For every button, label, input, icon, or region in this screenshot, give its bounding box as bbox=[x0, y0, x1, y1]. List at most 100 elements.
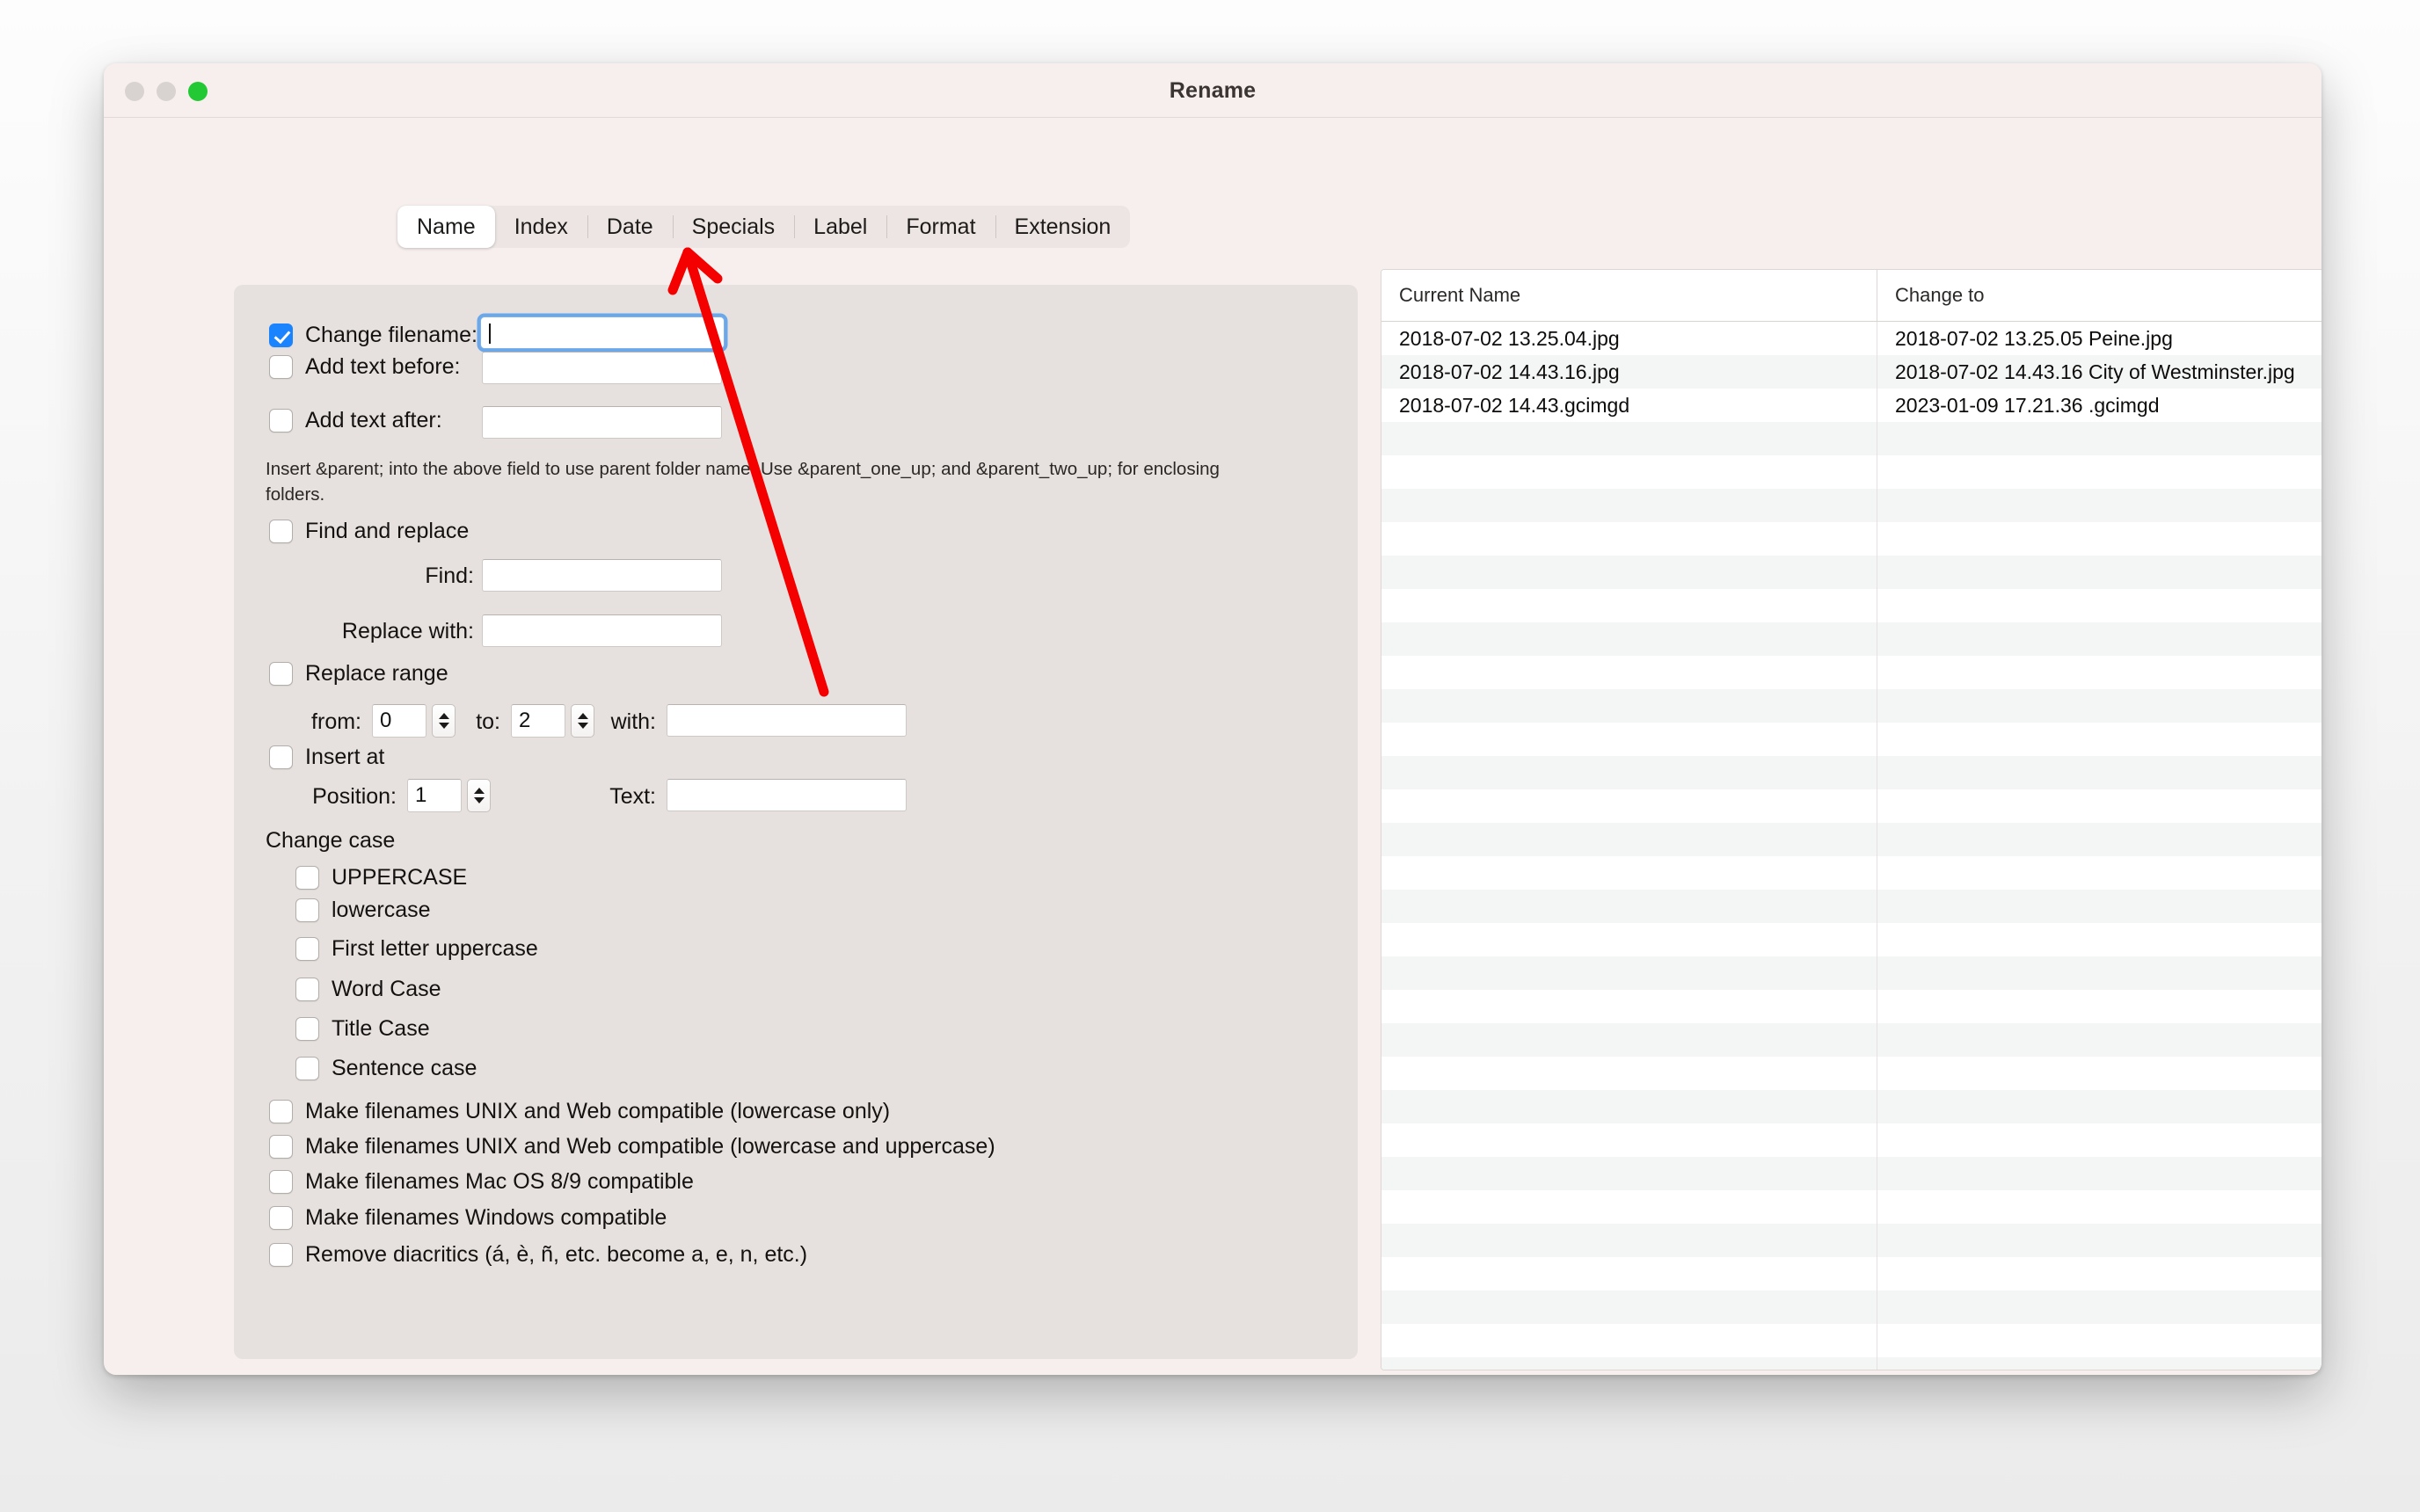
title-case-checkbox[interactable] bbox=[295, 1017, 319, 1041]
remove-diacritics-checkbox[interactable] bbox=[269, 1243, 293, 1267]
chevron-up-icon[interactable] bbox=[438, 713, 449, 719]
insert-position-stepper[interactable]: 1 bbox=[407, 779, 491, 812]
file-list-panel[interactable]: Current Name Change to 2018-07-02 13.25.… bbox=[1381, 269, 2322, 1370]
tab-name[interactable]: Name bbox=[397, 206, 495, 248]
sentence-case-checkbox[interactable] bbox=[295, 1057, 319, 1080]
table-row[interactable] bbox=[1381, 689, 2322, 723]
tab-extension[interactable]: Extension bbox=[995, 206, 1131, 248]
replace-with-input[interactable] bbox=[482, 614, 722, 647]
change-filename-checkbox[interactable] bbox=[269, 323, 293, 347]
uppercase-checkbox[interactable] bbox=[295, 866, 319, 890]
range-to-stepper[interactable]: 2 bbox=[511, 704, 594, 738]
remove-diacritics-row[interactable]: Remove diacritics (á, è, ñ, etc. become … bbox=[269, 1242, 807, 1268]
table-row[interactable] bbox=[1381, 656, 2322, 689]
table-row[interactable] bbox=[1381, 1290, 2322, 1324]
tab-specials[interactable]: Specials bbox=[672, 206, 795, 248]
add-text-before-checkbox[interactable] bbox=[269, 355, 293, 379]
compat-macos-checkbox[interactable] bbox=[269, 1170, 293, 1194]
tab-index[interactable]: Index bbox=[495, 206, 587, 248]
first-letter-uppercase-label: First letter uppercase bbox=[332, 936, 538, 961]
insert-text-input[interactable] bbox=[667, 779, 907, 811]
table-row[interactable] bbox=[1381, 1357, 2322, 1370]
tab-label[interactable]: Label bbox=[794, 206, 886, 248]
case-option-uppercase[interactable]: UPPERCASE bbox=[295, 865, 467, 890]
tab-format[interactable]: Format bbox=[886, 206, 995, 248]
table-row[interactable] bbox=[1381, 856, 2322, 890]
compat-macos-label: Make filenames Mac OS 8/9 compatible bbox=[305, 1169, 694, 1194]
table-row[interactable] bbox=[1381, 956, 2322, 990]
window-titlebar: Rename bbox=[104, 63, 2322, 118]
file-list-rows: 2018-07-02 13.25.04.jpg 2018-07-02 13.25.… bbox=[1381, 322, 2322, 1370]
remove-diacritics-label: Remove diacritics (á, è, ñ, etc. become … bbox=[305, 1242, 808, 1267]
compat-unix-lower-checkbox[interactable] bbox=[269, 1100, 293, 1123]
case-option-title-case[interactable]: Title Case bbox=[295, 1016, 430, 1042]
table-row[interactable] bbox=[1381, 556, 2322, 589]
table-row[interactable] bbox=[1381, 455, 2322, 489]
compat-windows-row[interactable]: Make filenames Windows compatible bbox=[269, 1205, 667, 1231]
compat-unix-mixed-row[interactable]: Make filenames UNIX and Web compatible (… bbox=[269, 1134, 995, 1159]
add-text-after-row: Add text after: bbox=[269, 408, 442, 433]
add-text-after-input[interactable] bbox=[482, 406, 722, 439]
find-and-replace-checkbox[interactable] bbox=[269, 520, 293, 543]
word-case-checkbox[interactable] bbox=[295, 978, 319, 1001]
table-row[interactable] bbox=[1381, 923, 2322, 956]
table-row[interactable] bbox=[1381, 1157, 2322, 1190]
add-text-after-checkbox[interactable] bbox=[269, 409, 293, 433]
cell-current-name bbox=[1381, 856, 1877, 890]
table-row[interactable] bbox=[1381, 1257, 2322, 1290]
table-row[interactable] bbox=[1381, 1023, 2322, 1057]
case-option-lowercase[interactable]: lowercase bbox=[295, 898, 431, 923]
case-option-word-case[interactable]: Word Case bbox=[295, 977, 441, 1002]
insert-position-stepper-arrows[interactable] bbox=[467, 779, 491, 812]
chevron-down-icon[interactable] bbox=[473, 797, 485, 803]
file-list-header: Current Name Change to bbox=[1381, 270, 2322, 322]
chevron-down-icon[interactable] bbox=[438, 723, 449, 729]
range-with-input[interactable] bbox=[667, 704, 907, 737]
table-row[interactable] bbox=[1381, 789, 2322, 823]
table-row[interactable] bbox=[1381, 1057, 2322, 1090]
first-letter-uppercase-checkbox[interactable] bbox=[295, 937, 319, 961]
table-row[interactable] bbox=[1381, 890, 2322, 923]
chevron-up-icon[interactable] bbox=[473, 788, 485, 794]
insert-at-checkbox[interactable] bbox=[269, 745, 293, 769]
change-filename-input[interactable] bbox=[480, 316, 725, 349]
table-row[interactable] bbox=[1381, 622, 2322, 656]
range-from-input[interactable]: 0 bbox=[372, 704, 426, 738]
table-row[interactable] bbox=[1381, 589, 2322, 622]
find-input[interactable] bbox=[482, 559, 722, 592]
column-header-current-name[interactable]: Current Name bbox=[1381, 270, 1877, 321]
table-row[interactable] bbox=[1381, 1190, 2322, 1224]
table-row[interactable] bbox=[1381, 1224, 2322, 1257]
table-row[interactable] bbox=[1381, 422, 2322, 455]
cell-change-to: 2018-07-02 14.43.16 City of Westminster.… bbox=[1895, 360, 2295, 383]
add-text-before-input[interactable] bbox=[482, 352, 722, 384]
table-row[interactable]: 2018-07-02 14.43.16.jpg 2018-07-02 14.43.… bbox=[1381, 355, 2322, 389]
compat-unix-lower-row[interactable]: Make filenames UNIX and Web compatible (… bbox=[269, 1099, 890, 1124]
compat-unix-mixed-checkbox[interactable] bbox=[269, 1135, 293, 1159]
table-row[interactable] bbox=[1381, 756, 2322, 789]
table-row[interactable] bbox=[1381, 489, 2322, 522]
table-row[interactable] bbox=[1381, 1324, 2322, 1357]
column-header-change-to[interactable]: Change to bbox=[1877, 270, 2322, 321]
compat-windows-checkbox[interactable] bbox=[269, 1206, 293, 1230]
tab-date[interactable]: Date bbox=[587, 206, 673, 248]
table-row[interactable] bbox=[1381, 823, 2322, 856]
insert-position-input[interactable]: 1 bbox=[407, 779, 462, 812]
case-option-first-letter-uppercase[interactable]: First letter uppercase bbox=[295, 936, 538, 962]
replace-range-checkbox[interactable] bbox=[269, 662, 293, 686]
range-to-input[interactable]: 2 bbox=[511, 704, 565, 738]
table-row[interactable]: 2018-07-02 14.43.gcimgd 2023-01-09 17.21.… bbox=[1381, 389, 2322, 422]
cell-change-to bbox=[1877, 890, 2322, 923]
compat-macos-row[interactable]: Make filenames Mac OS 8/9 compatible bbox=[269, 1169, 694, 1195]
lowercase-checkbox[interactable] bbox=[295, 898, 319, 922]
table-row[interactable] bbox=[1381, 723, 2322, 756]
table-row[interactable] bbox=[1381, 522, 2322, 556]
table-row[interactable] bbox=[1381, 1090, 2322, 1123]
case-option-sentence-case[interactable]: Sentence case bbox=[295, 1056, 477, 1081]
range-from-stepper[interactable]: 0 bbox=[372, 704, 456, 738]
table-row[interactable] bbox=[1381, 1123, 2322, 1157]
cell-current-name: 2018-07-02 14.43.gcimgd bbox=[1381, 389, 1877, 422]
cell-current-name bbox=[1381, 1157, 1877, 1190]
table-row[interactable] bbox=[1381, 990, 2322, 1023]
table-row[interactable]: 2018-07-02 13.25.04.jpg 2018-07-02 13.25.… bbox=[1381, 322, 2322, 355]
